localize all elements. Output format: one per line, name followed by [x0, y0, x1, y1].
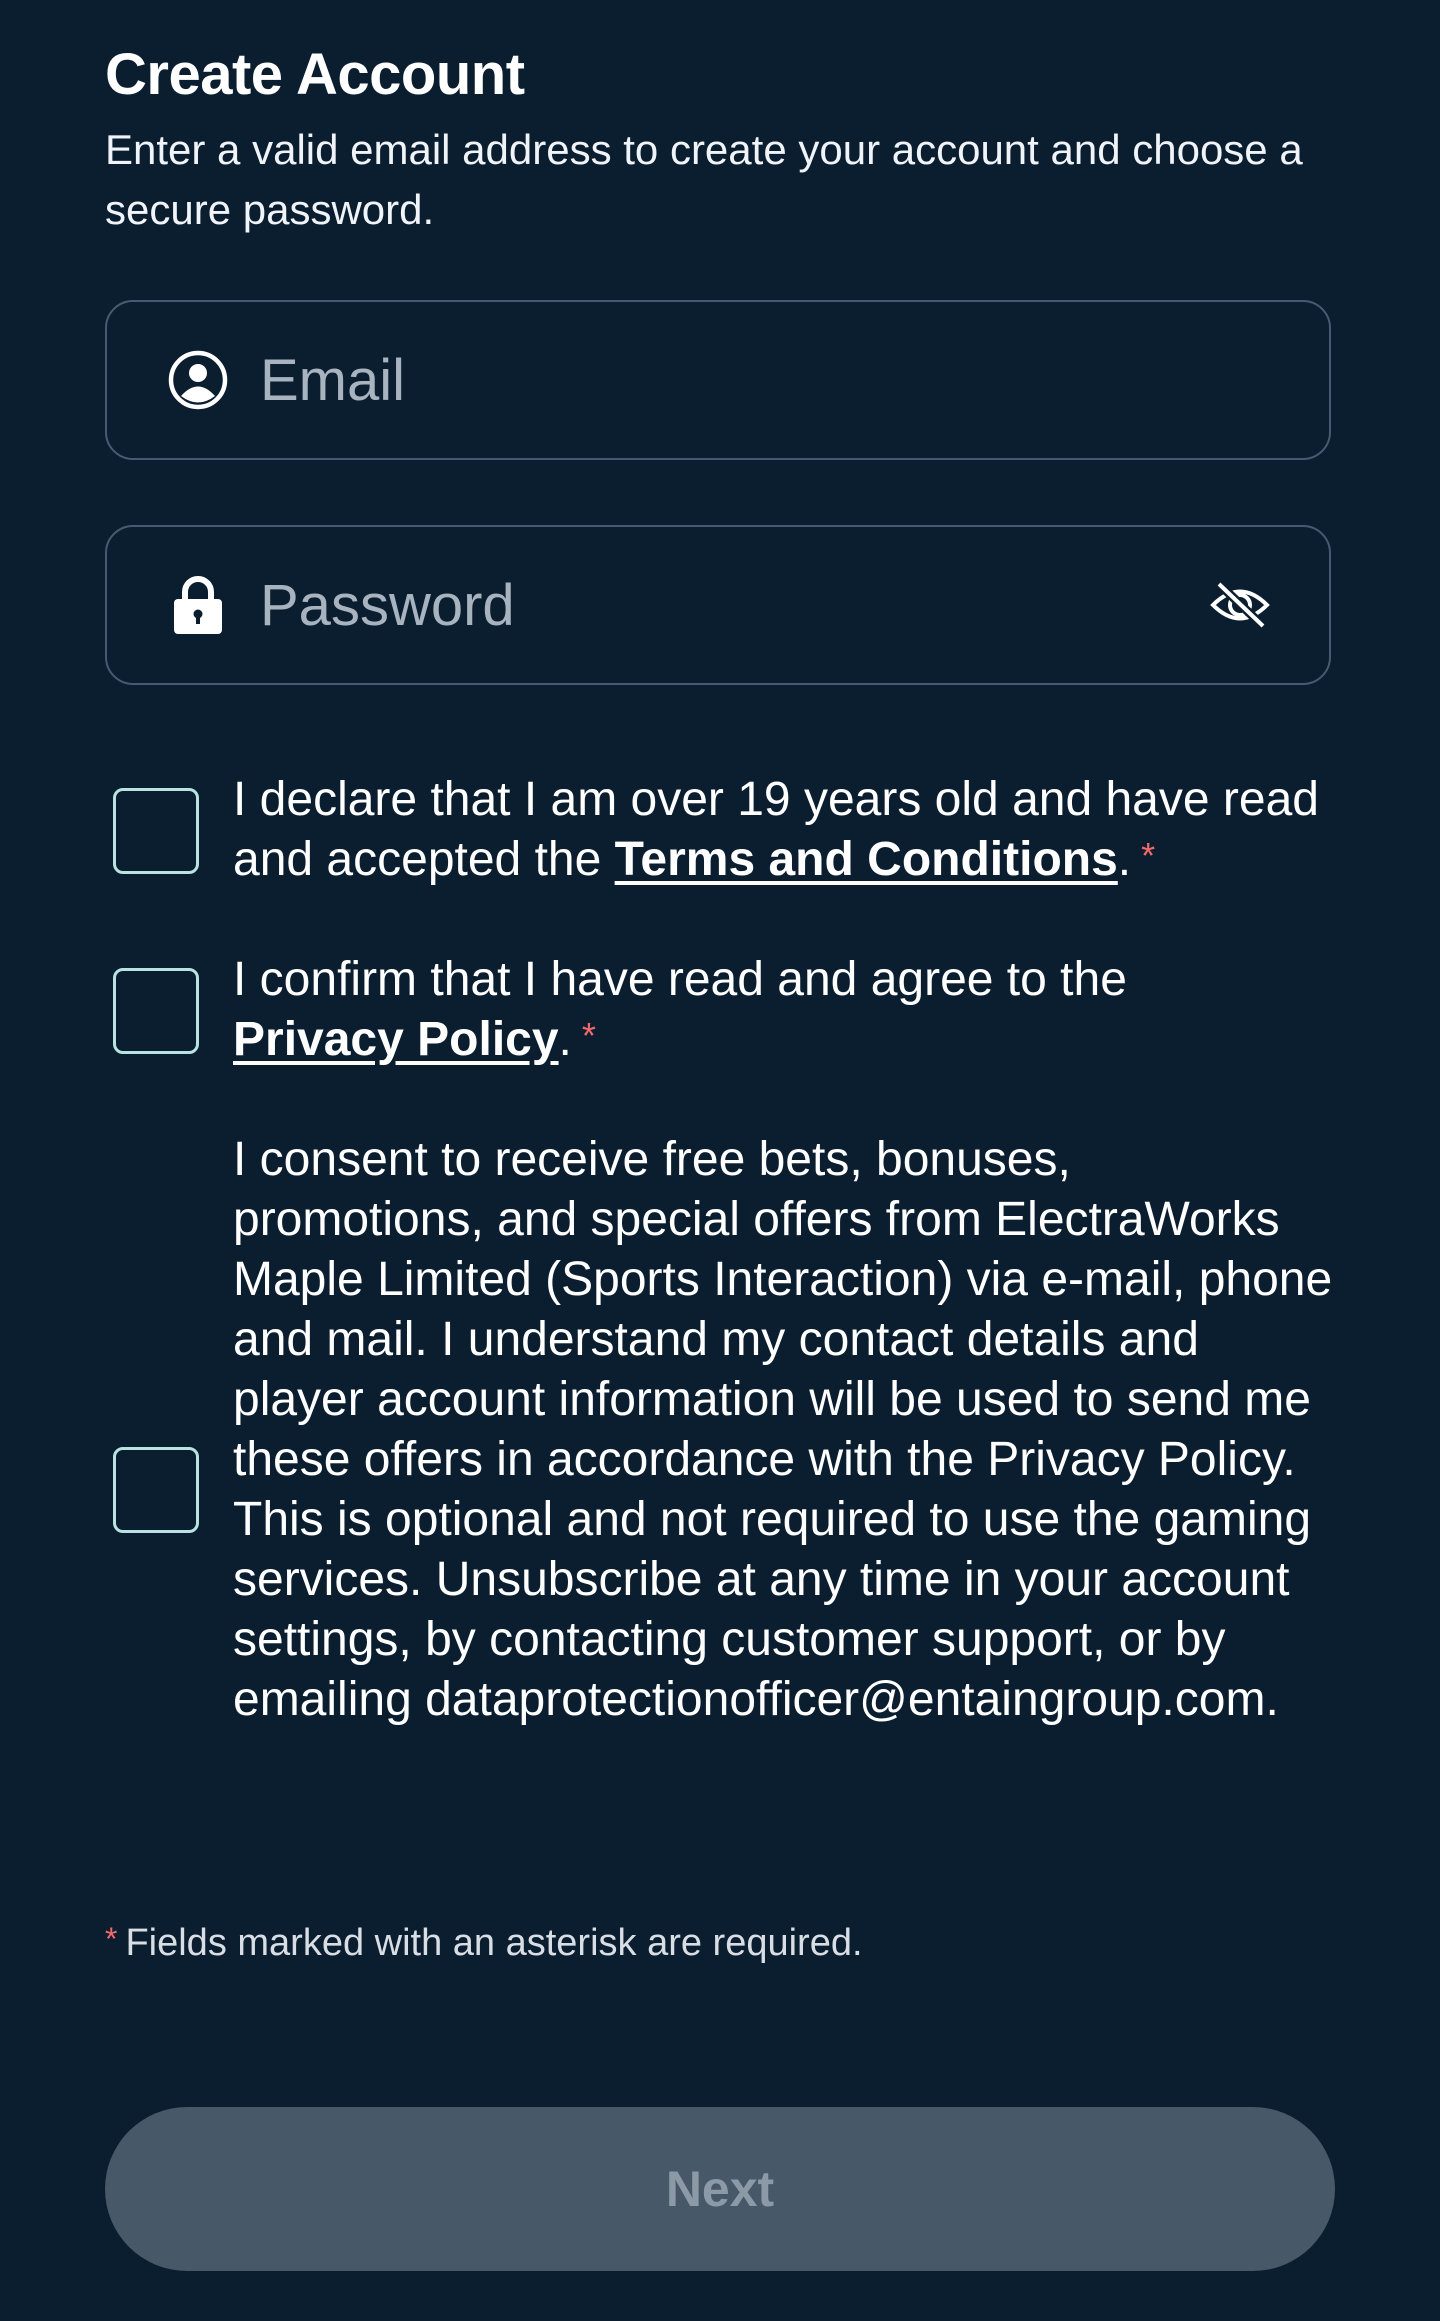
password-input[interactable] [260, 527, 1160, 683]
required-asterisk: * [581, 1015, 596, 1056]
email-field[interactable] [105, 300, 1331, 460]
page-title: Create Account [105, 42, 525, 107]
email-input[interactable] [260, 302, 1160, 458]
required-fields-note: * Fields marked with an asterisk are requ… [105, 1915, 863, 1971]
user-circle-icon [167, 349, 229, 411]
terms-checkbox[interactable] [113, 788, 199, 874]
privacy-checkbox[interactable] [113, 968, 199, 1054]
privacy-text-before: I confirm that I have read and agree to … [233, 953, 1127, 1006]
page-subtitle: Enter a valid email address to create yo… [105, 126, 1303, 233]
eye-slash-icon[interactable] [1209, 580, 1271, 630]
required-asterisk: * [105, 1921, 118, 1957]
required-asterisk: * [1141, 835, 1156, 876]
password-field[interactable] [105, 525, 1331, 685]
terms-and-conditions-link[interactable]: Terms and Conditions [615, 833, 1118, 886]
terms-text-after: . [1117, 833, 1132, 886]
marketing-consent-text: I consent to receive free bets, bonuses,… [233, 1133, 1333, 1726]
privacy-policy-link[interactable]: Privacy Policy [233, 1013, 559, 1066]
next-button[interactable]: Next [105, 2107, 1335, 2271]
required-note-text: Fields marked with an asterisk are requi… [125, 1922, 863, 1964]
marketing-checkbox[interactable] [113, 1447, 199, 1533]
privacy-text-after: . [558, 1013, 572, 1066]
privacy-consent-text: I confirm that I have read and agree to … [233, 950, 1333, 1070]
lock-icon [167, 574, 229, 636]
terms-consent-text: I declare that I am over 19 years old an… [233, 770, 1333, 890]
